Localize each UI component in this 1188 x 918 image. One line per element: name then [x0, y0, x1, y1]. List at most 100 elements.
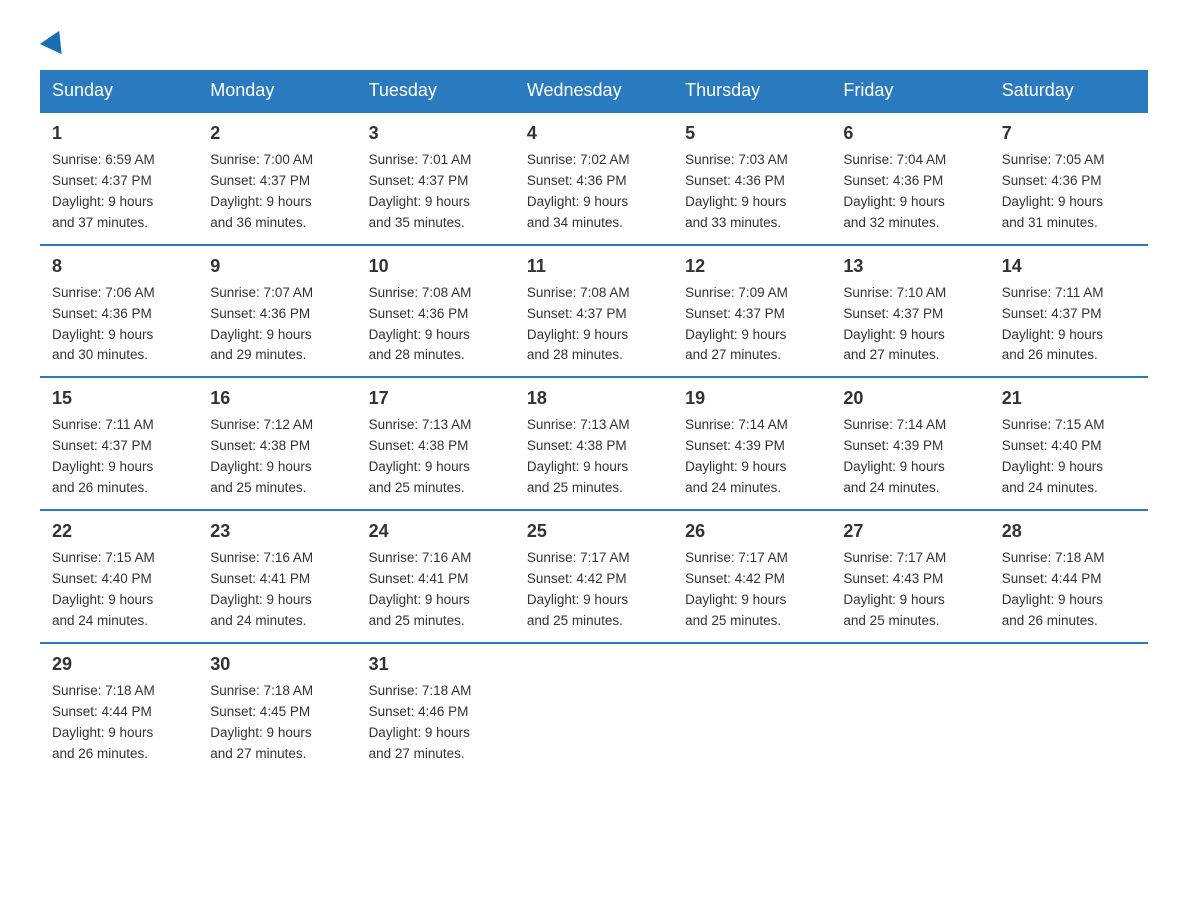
day-number: 5 [685, 123, 819, 144]
day-number: 21 [1002, 388, 1136, 409]
calendar-cell: 18Sunrise: 7:13 AMSunset: 4:38 PMDayligh… [515, 377, 673, 510]
calendar-week-1: 1 Sunrise: 6:59 AMSunset: 4:37 PMDaylight… [40, 112, 1148, 245]
header-day-thursday: Thursday [673, 70, 831, 112]
day-number: 4 [527, 123, 661, 144]
day-number: 9 [210, 256, 344, 277]
day-info: Sunrise: 7:09 AMSunset: 4:37 PMDaylight:… [685, 283, 819, 367]
day-info: Sunrise: 7:08 AMSunset: 4:36 PMDaylight:… [369, 283, 503, 367]
calendar-cell: 13 Sunrise: 7:10 AMSunset: 4:37 PMDayligh… [831, 245, 989, 378]
calendar-week-4: 22 Sunrise: 7:15 AMSunset: 4:40 PMDayligh… [40, 510, 1148, 643]
calendar-cell: 27Sunrise: 7:17 AMSunset: 4:43 PMDayligh… [831, 510, 989, 643]
calendar-cell: 29Sunrise: 7:18 AMSunset: 4:44 PMDayligh… [40, 643, 198, 775]
day-number: 23 [210, 521, 344, 542]
day-info: Sunrise: 7:15 AMSunset: 4:40 PMDaylight:… [52, 548, 186, 632]
day-number: 2 [210, 123, 344, 144]
day-number: 3 [369, 123, 503, 144]
logo-triangle-icon [40, 26, 70, 54]
day-number: 24 [369, 521, 503, 542]
calendar-cell [515, 643, 673, 775]
day-info: Sunrise: 7:14 AMSunset: 4:39 PMDaylight:… [843, 415, 977, 499]
day-number: 31 [369, 654, 503, 675]
calendar-cell: 15Sunrise: 7:11 AMSunset: 4:37 PMDayligh… [40, 377, 198, 510]
day-number: 8 [52, 256, 186, 277]
day-number: 28 [1002, 521, 1136, 542]
calendar-cell [990, 643, 1148, 775]
calendar-cell: 6 Sunrise: 7:04 AMSunset: 4:36 PMDaylight… [831, 112, 989, 245]
day-number: 15 [52, 388, 186, 409]
day-number: 30 [210, 654, 344, 675]
day-number: 1 [52, 123, 186, 144]
calendar-cell: 28 Sunrise: 7:18 AMSunset: 4:44 PMDayligh… [990, 510, 1148, 643]
day-info: Sunrise: 6:59 AMSunset: 4:37 PMDaylight:… [52, 150, 186, 234]
day-info: Sunrise: 7:18 AMSunset: 4:46 PMDaylight:… [369, 681, 503, 765]
calendar-cell: 8 Sunrise: 7:06 AMSunset: 4:36 PMDaylight… [40, 245, 198, 378]
calendar-cell: 22 Sunrise: 7:15 AMSunset: 4:40 PMDayligh… [40, 510, 198, 643]
calendar-cell: 30 Sunrise: 7:18 AMSunset: 4:45 PMDayligh… [198, 643, 356, 775]
day-info: Sunrise: 7:08 AMSunset: 4:37 PMDaylight:… [527, 283, 661, 367]
day-info: Sunrise: 7:01 AMSunset: 4:37 PMDaylight:… [369, 150, 503, 234]
calendar-cell: 9 Sunrise: 7:07 AMSunset: 4:36 PMDaylight… [198, 245, 356, 378]
day-number: 18 [527, 388, 661, 409]
day-number: 11 [527, 256, 661, 277]
day-info: Sunrise: 7:07 AMSunset: 4:36 PMDaylight:… [210, 283, 344, 367]
day-info: Sunrise: 7:12 AMSunset: 4:38 PMDaylight:… [210, 415, 344, 499]
calendar-cell: 2 Sunrise: 7:00 AMSunset: 4:37 PMDaylight… [198, 112, 356, 245]
day-number: 19 [685, 388, 819, 409]
day-number: 25 [527, 521, 661, 542]
day-number: 26 [685, 521, 819, 542]
day-info: Sunrise: 7:10 AMSunset: 4:37 PMDaylight:… [843, 283, 977, 367]
calendar-cell: 1 Sunrise: 6:59 AMSunset: 4:37 PMDaylight… [40, 112, 198, 245]
calendar-cell: 31 Sunrise: 7:18 AMSunset: 4:46 PMDayligh… [357, 643, 515, 775]
calendar-cell: 3 Sunrise: 7:01 AMSunset: 4:37 PMDaylight… [357, 112, 515, 245]
calendar-cell: 7 Sunrise: 7:05 AMSunset: 4:36 PMDaylight… [990, 112, 1148, 245]
day-number: 13 [843, 256, 977, 277]
page-header [40, 30, 1148, 50]
header-day-wednesday: Wednesday [515, 70, 673, 112]
day-info: Sunrise: 7:17 AMSunset: 4:43 PMDaylight:… [843, 548, 977, 632]
day-info: Sunrise: 7:16 AMSunset: 4:41 PMDaylight:… [210, 548, 344, 632]
day-info: Sunrise: 7:05 AMSunset: 4:36 PMDaylight:… [1002, 150, 1136, 234]
day-info: Sunrise: 7:16 AMSunset: 4:41 PMDaylight:… [369, 548, 503, 632]
day-number: 22 [52, 521, 186, 542]
day-info: Sunrise: 7:14 AMSunset: 4:39 PMDaylight:… [685, 415, 819, 499]
day-info: Sunrise: 7:17 AMSunset: 4:42 PMDaylight:… [527, 548, 661, 632]
calendar-cell: 4 Sunrise: 7:02 AMSunset: 4:36 PMDaylight… [515, 112, 673, 245]
day-number: 17 [369, 388, 503, 409]
day-info: Sunrise: 7:17 AMSunset: 4:42 PMDaylight:… [685, 548, 819, 632]
day-number: 7 [1002, 123, 1136, 144]
day-info: Sunrise: 7:18 AMSunset: 4:44 PMDaylight:… [52, 681, 186, 765]
day-number: 16 [210, 388, 344, 409]
calendar-cell: 11 Sunrise: 7:08 AMSunset: 4:37 PMDayligh… [515, 245, 673, 378]
calendar-cell: 24 Sunrise: 7:16 AMSunset: 4:41 PMDayligh… [357, 510, 515, 643]
day-info: Sunrise: 7:00 AMSunset: 4:37 PMDaylight:… [210, 150, 344, 234]
logo [40, 30, 70, 50]
day-number: 6 [843, 123, 977, 144]
calendar-cell: 17Sunrise: 7:13 AMSunset: 4:38 PMDayligh… [357, 377, 515, 510]
calendar-cell: 21 Sunrise: 7:15 AMSunset: 4:40 PMDayligh… [990, 377, 1148, 510]
calendar-cell [673, 643, 831, 775]
day-info: Sunrise: 7:18 AMSunset: 4:44 PMDaylight:… [1002, 548, 1136, 632]
day-info: Sunrise: 7:02 AMSunset: 4:36 PMDaylight:… [527, 150, 661, 234]
calendar-cell: 12 Sunrise: 7:09 AMSunset: 4:37 PMDayligh… [673, 245, 831, 378]
day-info: Sunrise: 7:11 AMSunset: 4:37 PMDaylight:… [1002, 283, 1136, 367]
day-info: Sunrise: 7:06 AMSunset: 4:36 PMDaylight:… [52, 283, 186, 367]
header-day-tuesday: Tuesday [357, 70, 515, 112]
calendar-week-5: 29Sunrise: 7:18 AMSunset: 4:44 PMDayligh… [40, 643, 1148, 775]
logo-text [40, 30, 70, 50]
day-number: 12 [685, 256, 819, 277]
calendar-cell: 5Sunrise: 7:03 AMSunset: 4:36 PMDaylight… [673, 112, 831, 245]
calendar-cell: 10Sunrise: 7:08 AMSunset: 4:36 PMDayligh… [357, 245, 515, 378]
calendar-cell: 23 Sunrise: 7:16 AMSunset: 4:41 PMDayligh… [198, 510, 356, 643]
day-info: Sunrise: 7:15 AMSunset: 4:40 PMDaylight:… [1002, 415, 1136, 499]
calendar-table: SundayMondayTuesdayWednesdayThursdayFrid… [40, 70, 1148, 774]
day-number: 20 [843, 388, 977, 409]
calendar-cell: 16 Sunrise: 7:12 AMSunset: 4:38 PMDayligh… [198, 377, 356, 510]
header-day-monday: Monday [198, 70, 356, 112]
header-day-friday: Friday [831, 70, 989, 112]
calendar-week-2: 8 Sunrise: 7:06 AMSunset: 4:36 PMDaylight… [40, 245, 1148, 378]
day-info: Sunrise: 7:18 AMSunset: 4:45 PMDaylight:… [210, 681, 344, 765]
header-day-saturday: Saturday [990, 70, 1148, 112]
calendar-cell: 20 Sunrise: 7:14 AMSunset: 4:39 PMDayligh… [831, 377, 989, 510]
calendar-week-3: 15Sunrise: 7:11 AMSunset: 4:37 PMDayligh… [40, 377, 1148, 510]
day-info: Sunrise: 7:04 AMSunset: 4:36 PMDaylight:… [843, 150, 977, 234]
